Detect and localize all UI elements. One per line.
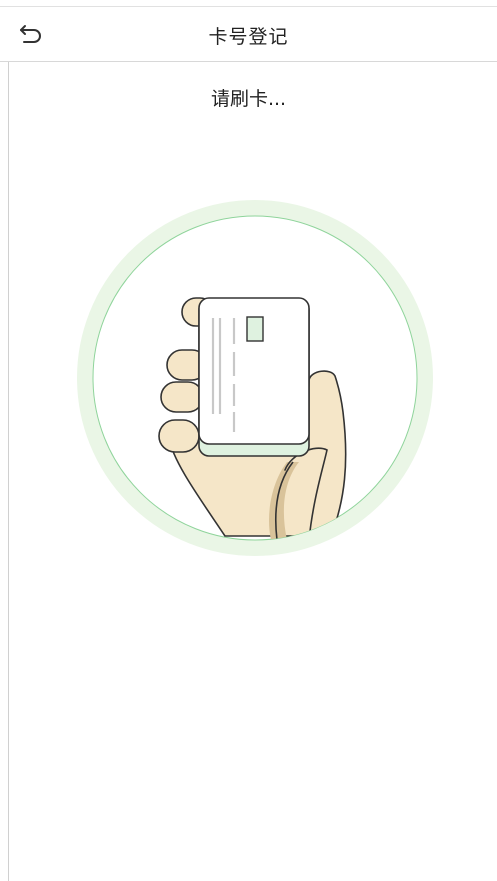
header-bar: 卡号登记 xyxy=(0,7,497,62)
left-edge-line xyxy=(8,62,9,881)
card-registration-screen: 卡号登记 请刷卡... xyxy=(0,0,497,881)
card xyxy=(198,297,310,457)
page-title: 卡号登记 xyxy=(208,26,289,48)
swipe-card-prompt: 请刷卡... xyxy=(210,88,287,110)
hand-holding-card-icon xyxy=(77,200,433,556)
